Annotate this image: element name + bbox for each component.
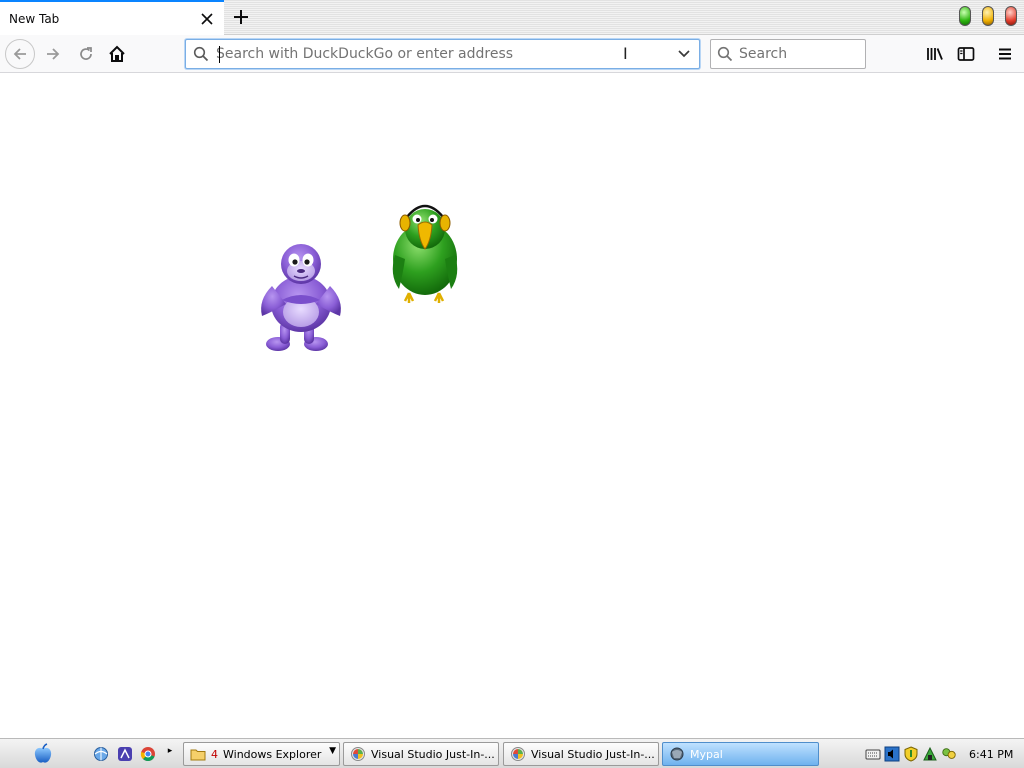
internet-explorer-icon [94,747,108,761]
text-caret [219,46,220,63]
url-history-dropdown[interactable] [669,40,699,68]
search-icon [711,40,739,68]
taskbar-button-visual-studio-1[interactable]: Visual Studio Just-In-... [343,742,499,766]
search-bar[interactable] [710,39,866,69]
window-light-yellow[interactable] [982,6,994,26]
shield-icon[interactable] [903,746,919,762]
address-input[interactable] [216,41,669,67]
quick-launch-chrome[interactable] [138,744,158,764]
system-tray: 6:41 PM [862,741,1024,767]
home-icon [109,45,125,62]
reload-icon [80,47,92,60]
plus-icon [234,10,248,24]
tab-title: New Tab [9,11,60,26]
app-icon [118,747,132,761]
green-parrot-character[interactable] [385,197,465,307]
sidebar-icon [957,47,975,61]
task-label: Visual Studio Just-In-... [371,747,495,761]
task-group-count: 4 [211,747,218,761]
taskbar-button-windows-explorer[interactable]: 4 Windows Explorer ▼ [183,742,340,766]
apple-icon [34,743,52,763]
chat-icon[interactable] [941,746,957,762]
hamburger-menu-icon [999,48,1011,60]
purple-gorilla-character[interactable] [256,238,346,356]
clock[interactable]: 6:41 PM [969,748,1013,761]
quick-launch-ie[interactable] [91,744,111,764]
page-content [0,74,1024,738]
start-button[interactable] [32,743,54,765]
taskbar-button-mypal[interactable]: Mypal [662,742,819,766]
address-bar[interactable]: I [185,39,700,69]
visual-studio-jit-icon [350,746,366,762]
taskbar-button-visual-studio-2[interactable]: Visual Studio Just-In-... [503,742,659,766]
taskbar: ▸ 4 Windows Explorer ▼ Visual Studio Jus… [0,738,1024,768]
open-menu-button[interactable] [990,39,1020,69]
forward-button[interactable] [38,39,68,69]
mypal-icon [669,746,685,762]
window-light-green[interactable] [959,6,971,26]
network-icon[interactable] [922,746,938,762]
navigation-toolbar: I [0,35,1024,73]
volume-icon[interactable] [884,746,900,762]
arrow-left-icon [13,48,26,60]
library-button[interactable] [920,39,950,69]
tab-close-button[interactable] [194,6,220,32]
quick-launch-overflow[interactable]: ▸ [164,741,176,761]
keyboard-icon[interactable] [865,746,881,762]
chevron-down-icon [678,50,690,58]
back-button[interactable] [5,39,35,69]
library-icon [927,48,943,60]
task-label: Visual Studio Just-In-... [531,747,655,761]
chrome-icon [140,747,155,762]
desktop: New Tab Search with DuckDuckGo or enter … [0,0,1024,768]
close-icon [201,12,213,25]
tab-strip: New Tab [0,0,1024,35]
ibeam-cursor-icon: I [623,44,628,63]
home-button[interactable] [102,39,132,69]
new-tab-button[interactable] [228,4,254,30]
reload-button[interactable] [71,39,101,69]
search-input[interactable] [739,41,865,67]
task-label: Mypal [690,747,723,761]
folder-icon [190,746,206,762]
tab-new-tab[interactable]: New Tab [0,0,224,35]
task-label: Windows Explorer [223,747,322,761]
sidebar-button[interactable] [951,39,981,69]
chevron-down-icon[interactable]: ▼ [329,746,336,756]
window-light-red[interactable] [1005,6,1017,26]
visual-studio-jit-icon [510,746,526,762]
quick-launch-app[interactable] [115,744,135,764]
search-icon [186,40,216,68]
arrow-right-icon [47,48,60,60]
